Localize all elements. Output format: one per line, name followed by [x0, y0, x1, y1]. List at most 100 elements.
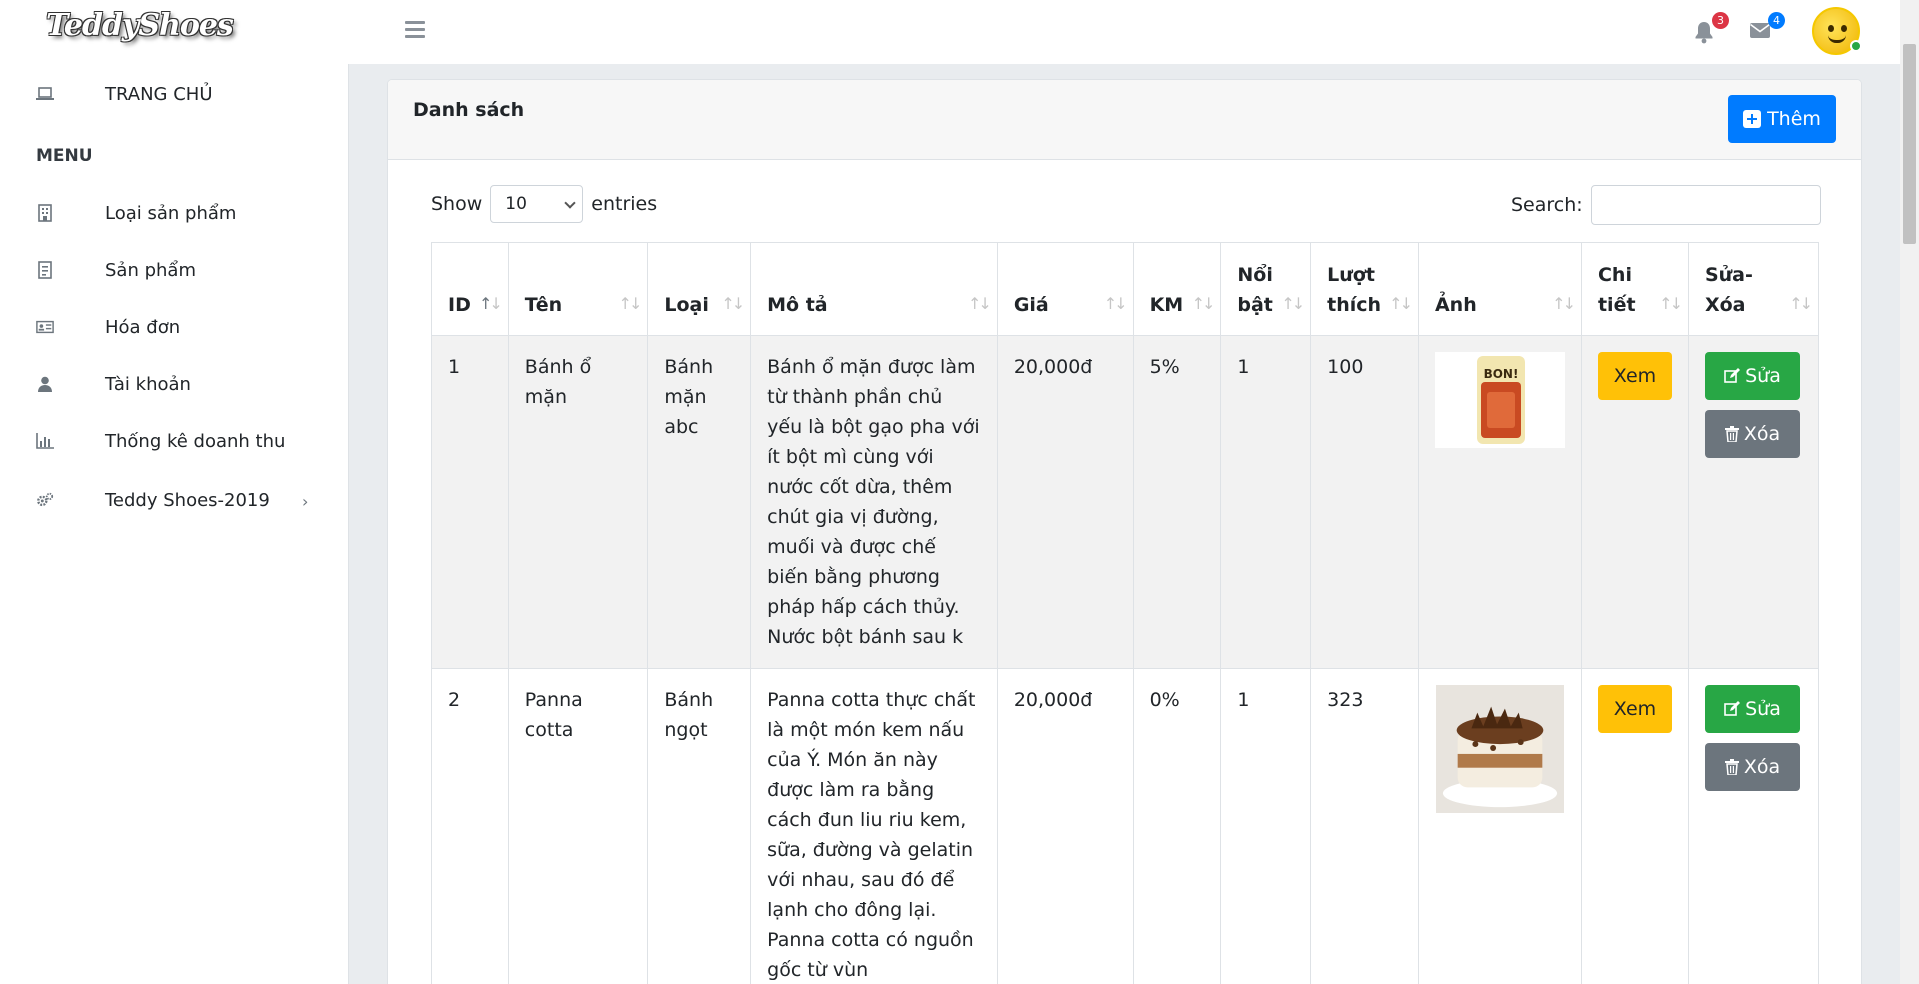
sidebar-item-home[interactable]: TRANG CHỦ: [0, 74, 349, 114]
add-button-label: Thêm: [1767, 108, 1821, 130]
products-table: ID ↑↓ Tên ↑↓ Loại ↑↓ Mô tả ↑↓ Giá ↑↓ KM ↑↓ Nổi…: [431, 242, 1820, 984]
view-detail-button[interactable]: Xem: [1597, 352, 1672, 400]
cell-likes: 323: [1310, 668, 1419, 984]
cell-likes: 100: [1310, 335, 1419, 669]
header-label: Chi: [1597, 264, 1632, 286]
table-row: 1 Bánh ổ mặn Bánh mặn abc Bánh ổ mặn đượ…: [431, 335, 1820, 669]
message-count-badge: 4: [1768, 12, 1785, 29]
cell-actions: Sửa Xóa: [1687, 335, 1820, 669]
column-header-id[interactable]: ID ↑↓: [431, 242, 509, 336]
entries-select[interactable]: 10: [490, 185, 584, 223]
header-label: Lượt: [1327, 264, 1375, 286]
sort-icon: ↑↓: [721, 294, 745, 313]
column-header-detail[interactable]: Chi tiết ↑↓: [1580, 242, 1689, 336]
header-label: Mô tả: [767, 294, 828, 316]
entries-length-control: Show 10 entries: [431, 185, 657, 223]
plus-square-icon: [1743, 110, 1762, 128]
header-label: KM: [1149, 294, 1184, 316]
search-input[interactable]: [1590, 185, 1821, 225]
column-header-featured[interactable]: Nổi bật ↑↓: [1220, 242, 1312, 336]
cell-price: 20,000đ: [996, 668, 1134, 984]
hamburger-line: [405, 21, 425, 24]
header-label: thích: [1327, 294, 1382, 316]
sort-icon: ↑↓: [968, 294, 992, 313]
header-label: Sửa-: [1704, 264, 1753, 286]
edit-button[interactable]: Sửa: [1704, 352, 1800, 400]
sidebar-item-revenue-stats[interactable]: Thống kê doanh thu: [0, 421, 349, 461]
header-label: tiết: [1597, 294, 1636, 316]
laptop-icon: [36, 85, 54, 103]
brand-logo[interactable]: TeddyShoes: [46, 8, 234, 43]
user-icon: [36, 375, 54, 393]
search-label: Search:: [1511, 194, 1583, 216]
trash-icon: [1724, 426, 1739, 442]
sidebar-item-label: Teddy Shoes-2019: [105, 489, 270, 511]
notifications-button[interactable]: 3: [1693, 12, 1729, 46]
product-list-card: Danh sách Thêm Show 10 entries Search: I…: [387, 79, 1862, 984]
column-header-actions[interactable]: Sửa- Xóa ↑↓: [1687, 242, 1820, 336]
delete-button[interactable]: Xóa: [1704, 410, 1800, 458]
sort-icon: ↑↓: [1281, 294, 1305, 313]
messages-button[interactable]: 4: [1749, 12, 1785, 46]
header-label: Tên: [524, 294, 563, 316]
sort-icon: ↑↓: [1191, 294, 1216, 313]
trash-icon: [1724, 759, 1739, 775]
sidebar: TRANG CHỦ MENU Loại sản phẩm Sản phẩm Hó…: [0, 64, 349, 984]
hamburger-line: [405, 35, 425, 38]
delete-button[interactable]: Xóa: [1704, 743, 1800, 791]
menu-toggle-button[interactable]: [405, 21, 425, 39]
column-header-name[interactable]: Tên ↑↓: [507, 242, 649, 336]
column-header-description[interactable]: Mô tả ↑↓: [750, 242, 998, 336]
sort-icon: ↑↓: [1103, 294, 1128, 313]
sidebar-item-invoices[interactable]: Hóa đơn: [0, 307, 349, 347]
online-status-dot: [1850, 40, 1862, 52]
cogs-icon: [36, 491, 54, 509]
delete-label: Xóa: [1743, 423, 1781, 445]
column-header-type[interactable]: Loại ↑↓: [647, 242, 752, 336]
view-detail-button[interactable]: Xem: [1597, 685, 1672, 733]
sidebar-item-label: Tài khoản: [105, 373, 191, 395]
column-header-discount[interactable]: KM ↑↓: [1132, 242, 1222, 336]
table-search: Search:: [1511, 185, 1821, 225]
sidebar-item-label: Loại sản phẩm: [105, 202, 237, 224]
column-header-image[interactable]: Ảnh ↑↓: [1417, 242, 1582, 336]
sidebar-item-label: Thống kê doanh thu: [105, 430, 286, 452]
cell-type: Bánh ngọt: [647, 668, 752, 984]
cell-discount: 0%: [1132, 668, 1222, 984]
add-product-button[interactable]: Thêm: [1728, 95, 1836, 143]
edit-button[interactable]: Sửa: [1704, 685, 1800, 733]
sort-icon: ↑↓: [478, 294, 503, 313]
header-label: Xóa: [1704, 294, 1746, 316]
header-label: bật: [1237, 294, 1273, 316]
cell-price: 20,000đ: [996, 335, 1134, 669]
hamburger-line: [405, 28, 425, 31]
bar-chart-icon: [36, 432, 54, 450]
entries-label: entries: [591, 193, 658, 215]
column-header-price[interactable]: Giá ↑↓: [996, 242, 1134, 336]
edit-icon: [1724, 368, 1741, 383]
header-label: Ảnh: [1434, 294, 1477, 316]
cell-type: Bánh mặn abc: [647, 335, 752, 669]
table-header-row: ID ↑↓ Tên ↑↓ Loại ↑↓ Mô tả ↑↓ Giá ↑↓ KM ↑↓ Nổi…: [431, 242, 1820, 336]
id-card-icon: [36, 318, 54, 336]
sort-icon: ↑↓: [1552, 294, 1576, 313]
cell-description: Panna cotta thực chất là một món kem nấu…: [750, 668, 998, 984]
delete-label: Xóa: [1743, 756, 1781, 778]
cell-detail: Xem: [1580, 668, 1689, 984]
header-label: Loại: [664, 294, 709, 316]
menu-heading: MENU: [36, 146, 93, 166]
product-image: BON!: [1434, 352, 1565, 448]
sidebar-item-accounts[interactable]: Tài khoản: [0, 364, 349, 404]
cell-id: 1: [431, 335, 509, 669]
entries-select-value: 10: [505, 194, 527, 214]
cell-actions: Sửa Xóa: [1687, 668, 1820, 984]
column-header-likes[interactable]: Lượt thích ↑↓: [1310, 242, 1419, 336]
sidebar-item-teddy-shoes[interactable]: Teddy Shoes-2019 ›: [0, 480, 349, 520]
scrollbar-thumb[interactable]: [1903, 44, 1916, 244]
sidebar-item-products[interactable]: Sản phẩm: [0, 250, 349, 290]
edit-label: Sửa: [1745, 698, 1781, 720]
page-scrollbar[interactable]: [1900, 0, 1919, 984]
edit-icon: [1724, 701, 1741, 716]
sidebar-item-product-types[interactable]: Loại sản phẩm: [0, 193, 349, 233]
product-image: [1435, 685, 1564, 813]
